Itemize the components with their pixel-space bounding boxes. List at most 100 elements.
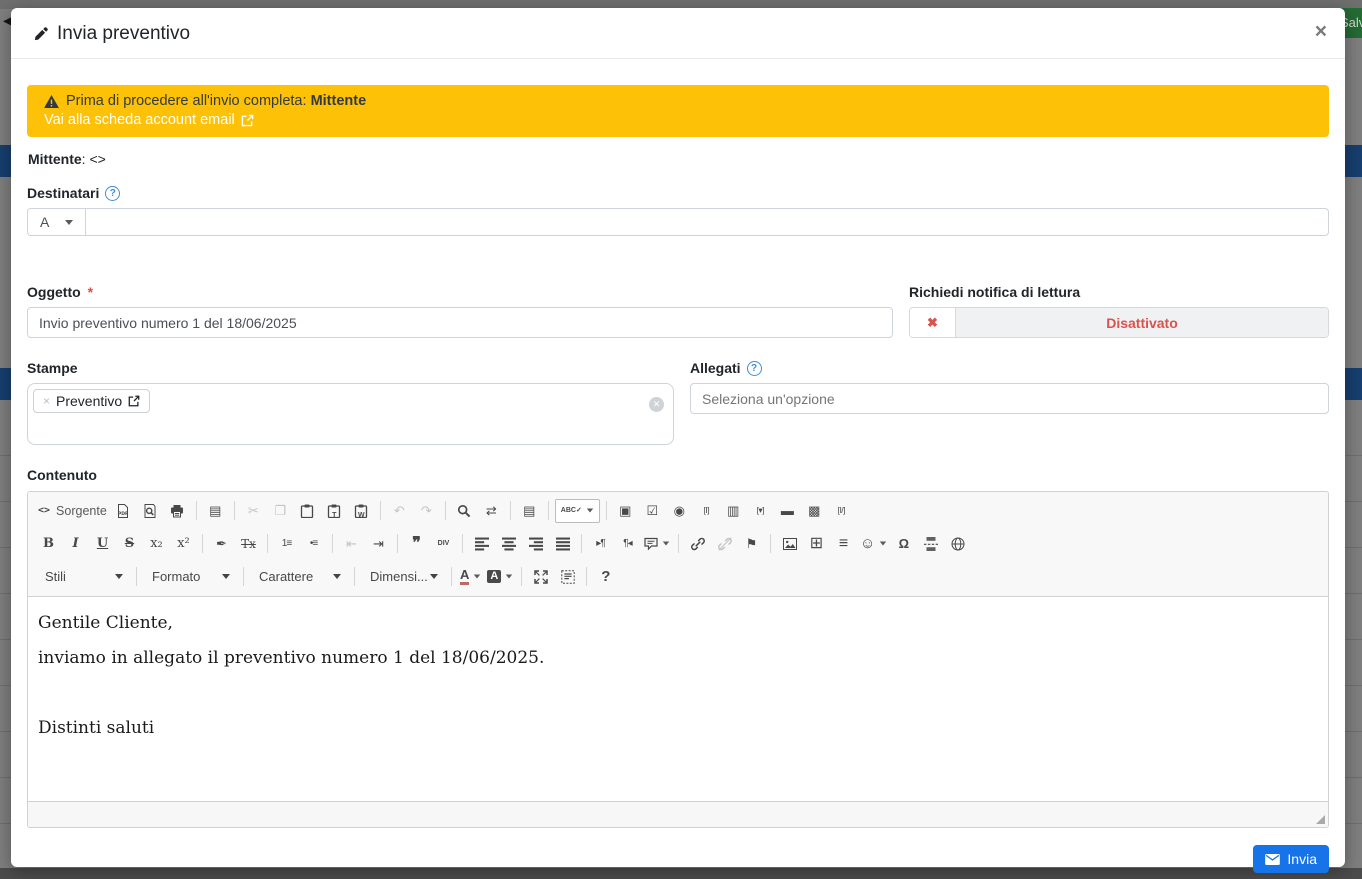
recipient-type-dropdown[interactable]: A [27,208,85,236]
read-receipt-label: Richiedi notifica di lettura [909,284,1329,300]
help-icon[interactable]: ? [105,186,120,201]
tag-remove-icon[interactable]: × [43,394,50,408]
textarea-button[interactable]: ▥ [721,499,746,523]
maximize-icon [534,570,548,584]
resize-handle[interactable] [1316,815,1325,824]
editor-content-area[interactable]: Gentile Cliente, inviamo in allegato il … [28,597,1328,801]
increase-indent-button[interactable]: ⇥ [366,532,391,556]
open-print-icon[interactable] [128,395,140,407]
align-left-button[interactable] [469,532,494,556]
special-character-button[interactable]: Ω [891,532,916,556]
source-button[interactable]: <>Sorgente [36,499,109,523]
copy-formatting-button[interactable]: ✒ [209,532,234,556]
spell-check-button[interactable]: ABC✓ [555,499,600,523]
text-field-button[interactable]: [I] [694,499,719,523]
horizontal-rule-button[interactable]: ≡ [831,532,856,556]
preview-button[interactable] [138,499,163,523]
clear-selection-icon[interactable]: ✕ [649,397,664,412]
print-button[interactable] [165,499,190,523]
form-icon: ▣ [619,504,631,517]
div-container-button[interactable]: DIV [431,532,456,556]
image-button[interactable] [777,532,802,556]
maximize-button[interactable] [528,565,553,589]
send-button[interactable]: Invia [1253,845,1329,873]
image-button-button[interactable]: ▩ [802,499,827,523]
attachments-select[interactable] [690,383,1329,414]
bold-button[interactable]: B [36,532,61,556]
decrease-indent-icon: ⇤ [346,537,357,550]
toolbar-separator [445,501,446,520]
smiley-icon: ☺ [860,536,875,551]
styles-combo-label: Stili [45,569,66,584]
editor-paragraph: Gentile Cliente, [38,614,1318,633]
language-button[interactable] [642,532,672,556]
styles-combo[interactable]: Stili [35,565,131,589]
subscript-button[interactable]: x₂ [144,532,169,556]
help-icon[interactable]: ? [747,361,762,376]
button-field-icon: ▬ [781,504,794,517]
hidden-field-button[interactable]: [I/] [829,499,854,523]
templates-button[interactable]: ▤ [203,499,228,523]
blockquote-button[interactable]: ❞ [404,532,429,556]
undo-button: ↶ [387,499,412,523]
button-field-button[interactable]: ▬ [775,499,800,523]
italic-button[interactable]: I [63,532,88,556]
font-size-combo[interactable]: Dimensi... [360,565,446,589]
modal-header: Invia preventivo × [11,8,1345,59]
background-color-button[interactable]: A [485,565,515,589]
align-justify-button[interactable] [550,532,575,556]
replace-button[interactable]: ⇄ [479,499,504,523]
unlink-icon [718,537,732,551]
smiley-button[interactable]: ☺ [858,532,889,556]
checkbox-button[interactable]: ☑ [640,499,665,523]
align-right-button[interactable] [523,532,548,556]
table-button[interactable]: ⊞ [804,532,829,556]
toolbar-separator [770,534,771,553]
email-account-link[interactable]: Vai alla scheda account email [44,112,254,128]
show-blocks-button[interactable] [555,565,580,589]
link-button[interactable] [685,532,710,556]
paste-from-word-button[interactable]: W [349,499,374,523]
undo-icon: ↶ [394,504,405,517]
source-icon: <> [38,506,50,516]
export-pdf-button[interactable]: PDF [111,499,136,523]
align-center-button[interactable] [496,532,521,556]
text-direction-ltr-button[interactable]: ▸¶ [588,532,613,556]
chevron-down-icon [430,574,438,579]
subject-input[interactable] [27,307,893,338]
text-color-button[interactable]: A [458,565,483,589]
format-combo[interactable]: Formato [142,565,238,589]
underline-icon: U [97,537,108,550]
close-icon[interactable]: × [1313,21,1329,42]
radio-button-button[interactable]: ◉ [667,499,692,523]
text-direction-rtl-button[interactable]: ¶◂ [615,532,640,556]
paste-button[interactable] [295,499,320,523]
select-all-button[interactable]: ▤ [517,499,542,523]
iframe-button[interactable] [945,532,970,556]
remove-format-button[interactable]: Tx [236,532,261,556]
language-icon [644,537,658,551]
recipients-input[interactable] [85,208,1329,236]
numbered-list-button[interactable]: 1≡ [274,532,299,556]
about-button[interactable]: ? [593,565,618,589]
attachments-label: Allegati ? [690,360,1329,376]
prints-multiselect[interactable]: × Preventivo ✕ [27,383,674,445]
read-receipt-toggle[interactable]: ✖ Disattivato [909,307,1329,338]
strikethrough-button[interactable]: S [117,532,142,556]
font-combo[interactable]: Carattere [249,565,349,589]
select-field-button[interactable]: [▾] [748,499,773,523]
form-button[interactable]: ▣ [613,499,638,523]
underline-button[interactable]: U [90,532,115,556]
page-break-button[interactable] [918,532,943,556]
anchor-button[interactable]: ⚑ [739,532,764,556]
superscript-button[interactable]: x² [171,532,196,556]
find-button[interactable] [452,499,477,523]
prints-label: Stampe [27,360,674,376]
toolbar-row: <>SorgentePDF▤✂❐TW↶↷⇄▤ABC✓▣☑◉[I]▥[▾]▬▩[I… [28,494,1328,527]
superscript-icon: x² [177,537,190,550]
paste-as-text-button[interactable]: T [322,499,347,523]
paste-as-text-letter: T [332,512,336,519]
text-direction-ltr-icon: ▸¶ [596,539,604,549]
toolbar-separator [136,567,137,586]
bulleted-list-button[interactable]: •≡ [301,532,326,556]
